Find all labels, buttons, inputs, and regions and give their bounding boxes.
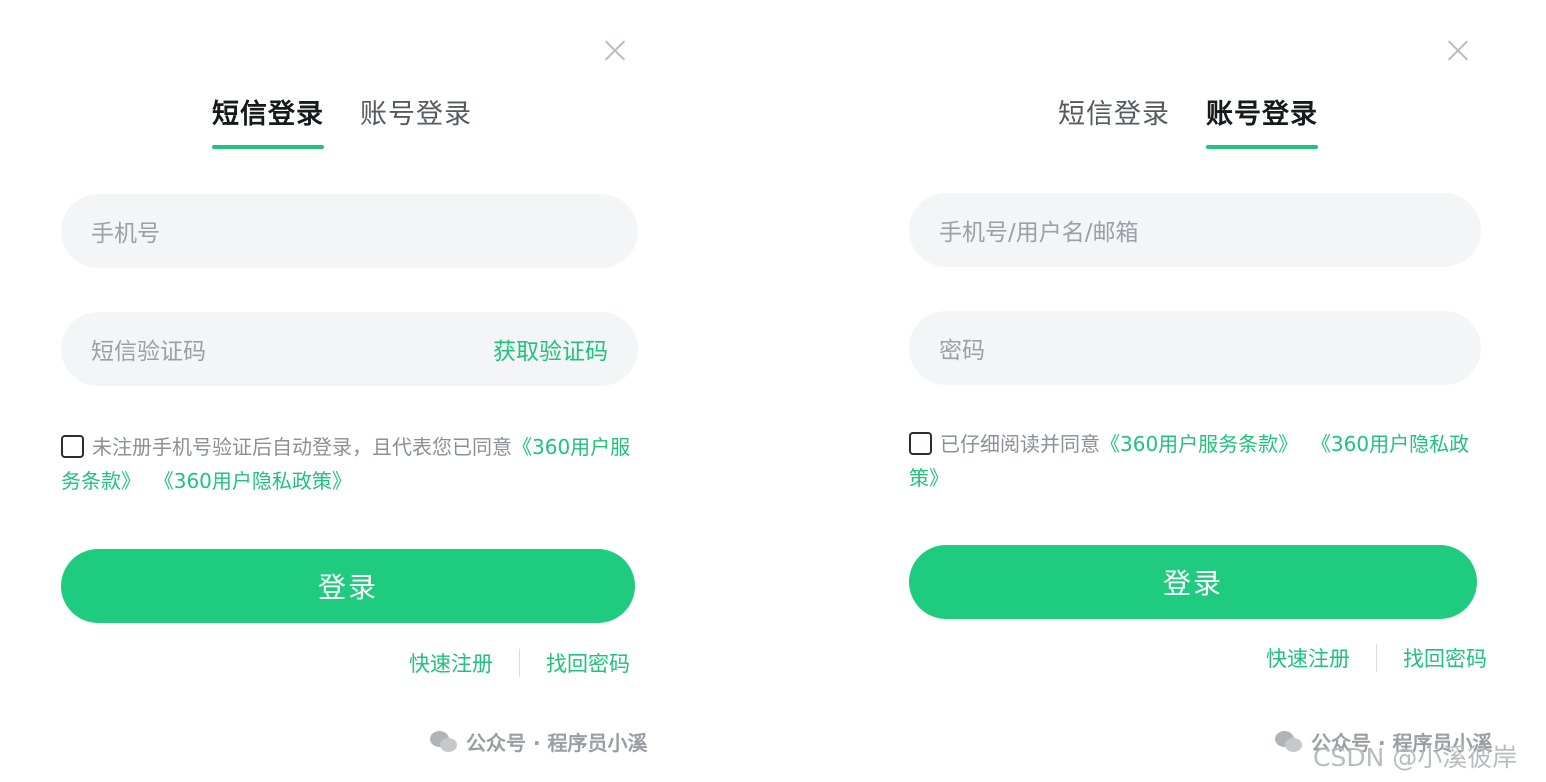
login-tabs: 短信登录 账号登录 — [1058, 92, 1318, 149]
watermark-text: 公众号 · 程序员小溪 — [466, 731, 648, 755]
get-code-button[interactable]: 获取验证码 — [493, 332, 608, 366]
login-button[interactable]: 登录 — [61, 549, 635, 623]
close-icon[interactable] — [1444, 36, 1472, 64]
divider — [519, 649, 520, 677]
tab-sms-login[interactable]: 短信登录 — [1058, 92, 1170, 149]
wechat-icon — [1275, 730, 1303, 753]
agreement: 未注册手机号验证后自动登录，且代表您已同意《360用户服务条款》 《360用户隐… — [61, 430, 636, 498]
username-placeholder: 手机号/用户名/邮箱 — [939, 220, 1139, 246]
login-button[interactable]: 登录 — [909, 545, 1477, 619]
divider — [1376, 644, 1377, 672]
agreement-text: 未注册手机号验证后自动登录，且代表您已同意 — [92, 435, 512, 459]
csdn-watermark: CSDN @小溪彼岸 — [1313, 743, 1518, 772]
register-link[interactable]: 快速注册 — [409, 648, 493, 678]
account-login-panel: 短信登录 账号登录 手机号/用户名/邮箱 密码 已仔细阅读并同意《360用户服务… — [773, 0, 1546, 782]
agreement: 已仔细阅读并同意《360用户服务条款》 《360用户隐私政策》 — [909, 427, 1489, 495]
forgot-password-link[interactable]: 找回密码 — [546, 648, 630, 678]
password-input[interactable]: 密码 — [909, 311, 1481, 385]
privacy-link[interactable]: 《360用户隐私政策》 — [154, 469, 352, 493]
tab-account-login[interactable]: 账号登录 — [1206, 92, 1318, 149]
tab-sms-login[interactable]: 短信登录 — [212, 92, 324, 149]
username-input[interactable]: 手机号/用户名/邮箱 — [909, 193, 1481, 267]
sms-login-panel: 短信登录 账号登录 手机号 短信验证码 获取验证码 未注册手机号验证后自动登录，… — [0, 0, 773, 782]
sms-code-input[interactable]: 短信验证码 获取验证码 — [61, 312, 638, 386]
tab-account-login[interactable]: 账号登录 — [360, 92, 472, 149]
agreement-text: 已仔细阅读并同意 — [940, 432, 1100, 456]
agree-checkbox[interactable] — [61, 435, 84, 458]
register-link[interactable]: 快速注册 — [1266, 643, 1350, 673]
bottom-links: 快速注册 找回密码 — [409, 648, 630, 678]
sms-code-placeholder: 短信验证码 — [91, 339, 206, 365]
phone-input[interactable]: 手机号 — [61, 194, 638, 268]
phone-placeholder: 手机号 — [91, 221, 160, 247]
close-icon[interactable] — [601, 36, 629, 64]
terms-link[interactable]: 《360用户服务条款》 — [1100, 432, 1298, 456]
agree-checkbox[interactable] — [909, 432, 932, 455]
forgot-password-link[interactable]: 找回密码 — [1403, 643, 1487, 673]
password-placeholder: 密码 — [939, 338, 985, 364]
bottom-links: 快速注册 找回密码 — [1266, 643, 1487, 673]
watermark: 公众号 · 程序员小溪 — [430, 727, 648, 756]
wechat-icon — [430, 730, 458, 753]
login-tabs: 短信登录 账号登录 — [212, 92, 472, 149]
